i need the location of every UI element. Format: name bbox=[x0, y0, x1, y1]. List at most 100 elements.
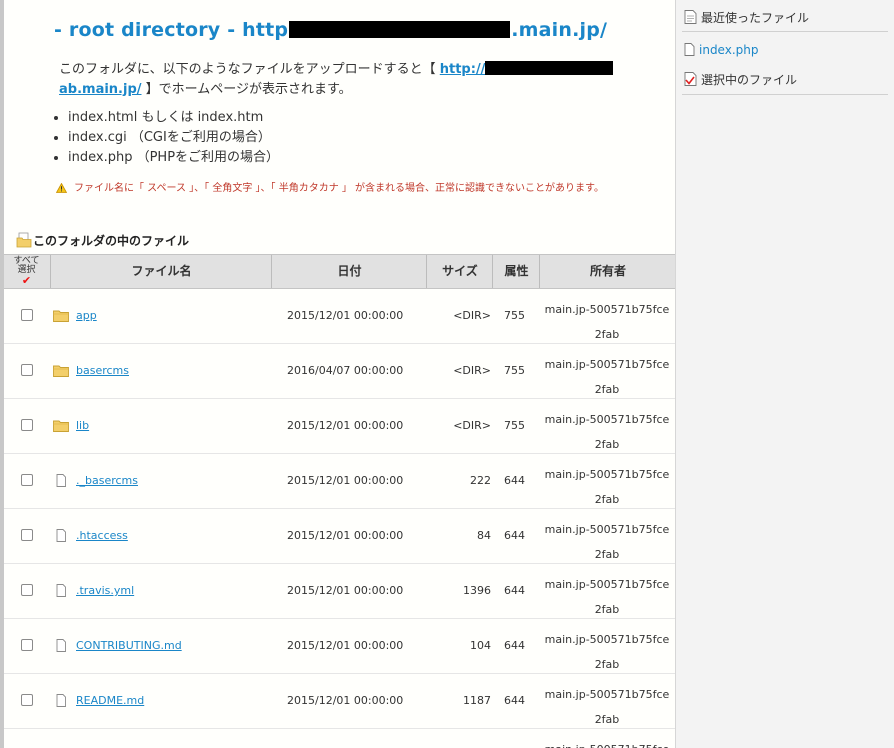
select-all-toggle[interactable]: すべて選択 ✔ bbox=[4, 255, 49, 288]
file-permission: 644 bbox=[504, 529, 525, 542]
file-table-header: すべて選択 ✔ ファイル名 日付 サイズ 属性 所有者 bbox=[4, 254, 675, 289]
list-item: index.php （PHPをご利用の場合） bbox=[68, 148, 279, 168]
list-item: index.html もしくは index.htm bbox=[68, 108, 279, 128]
file-size: <DIR> bbox=[453, 364, 491, 377]
selected-files-heading: 選択中のファイル bbox=[684, 70, 797, 90]
list-item: index.cgi （CGIをご利用の場合） bbox=[68, 128, 279, 148]
row-checkbox[interactable] bbox=[21, 419, 33, 431]
homepage-link-suffix[interactable]: ab.main.jp/ bbox=[59, 82, 142, 97]
file-name-link[interactable]: .htaccess bbox=[76, 529, 128, 542]
file-owner: main.jp-500571b75fce 2fab bbox=[544, 688, 670, 726]
file-permission: 644 bbox=[504, 584, 525, 597]
table-row: app 2015/12/01 00:00:00 <DIR> 755 main.jp-50… bbox=[4, 289, 675, 344]
file-date: 2015/12/01 00:00:00 bbox=[287, 694, 404, 707]
redacted-domain bbox=[289, 21, 511, 38]
file-date: 2015/12/01 00:00:00 bbox=[287, 474, 404, 487]
document-icon bbox=[684, 10, 697, 24]
intro-text: このフォルダに、以下のようなファイルをアップロードすると【 http:// ab.… bbox=[59, 60, 639, 100]
recent-files-heading: 最近使ったファイル bbox=[684, 8, 809, 28]
row-checkbox[interactable] bbox=[21, 639, 33, 651]
sidebar-divider bbox=[682, 31, 888, 32]
file-icon bbox=[684, 43, 695, 56]
file-icon bbox=[56, 639, 66, 652]
file-icon bbox=[56, 694, 66, 707]
row-checkbox[interactable] bbox=[21, 584, 33, 596]
row-checkbox[interactable] bbox=[21, 694, 33, 706]
file-name-link[interactable]: lib bbox=[76, 419, 89, 432]
file-permission: 644 bbox=[504, 474, 525, 487]
recent-file-item[interactable]: index.php bbox=[684, 40, 758, 60]
file-date: 2015/12/01 00:00:00 bbox=[287, 309, 404, 322]
file-date: 2015/12/01 00:00:00 bbox=[287, 584, 404, 597]
file-size: <DIR> bbox=[453, 309, 491, 322]
file-owner: main.jp-500571b75fce 2fab bbox=[544, 358, 670, 396]
filename-warning: ファイル名に「 スペース 」、「 全角文字 」、「 半角カタカナ 」 が含まれる… bbox=[56, 182, 616, 196]
folder-icon bbox=[53, 420, 69, 432]
table-row: .travis.yml 2015/12/01 00:00:00 1396 644 mai… bbox=[4, 564, 675, 619]
row-checkbox[interactable] bbox=[21, 474, 33, 486]
row-checkbox[interactable] bbox=[21, 529, 33, 541]
file-permission: 644 bbox=[504, 694, 525, 707]
file-date: 2015/12/01 00:00:00 bbox=[287, 639, 404, 652]
file-permission: 755 bbox=[504, 419, 525, 432]
file-owner: main.jp-500571b75fce 2fab bbox=[544, 303, 670, 341]
file-size: 104 bbox=[470, 639, 491, 652]
file-size: 222 bbox=[470, 474, 491, 487]
header-size[interactable]: サイズ bbox=[426, 255, 493, 288]
checkmark-icon: ✔ bbox=[21, 274, 32, 287]
header-filename[interactable]: ファイル名 bbox=[50, 255, 272, 288]
table-row: README.md 2015/12/01 00:00:00 1187 644 main.… bbox=[4, 674, 675, 729]
file-date: 2016/04/07 00:00:00 bbox=[287, 364, 404, 377]
file-permission: 644 bbox=[504, 639, 525, 652]
folder-icon bbox=[53, 365, 69, 377]
file-size: 1396 bbox=[463, 584, 491, 597]
file-owner: main.jp-500571b75fce 2fab bbox=[544, 468, 670, 506]
selected-document-icon bbox=[684, 72, 697, 86]
warning-text: ファイル名に「 スペース 」、「 全角文字 」、「 半角カタカナ 」 が含まれる… bbox=[74, 183, 605, 194]
header-owner[interactable]: 所有者 bbox=[539, 255, 675, 288]
file-icon bbox=[56, 584, 66, 597]
file-permission: 755 bbox=[504, 364, 525, 377]
file-icon bbox=[56, 474, 66, 487]
file-icon bbox=[56, 529, 66, 542]
folder-file-icon bbox=[16, 232, 32, 248]
main-panel: - root directory - http .main.jp/ このフォルダに… bbox=[4, 0, 675, 748]
file-size: <DIR> bbox=[453, 419, 491, 432]
warning-icon bbox=[56, 183, 67, 193]
files-section-title: このフォルダの中のファイル bbox=[16, 232, 189, 250]
file-size: 84 bbox=[477, 529, 491, 542]
file-permission: 755 bbox=[504, 309, 525, 322]
redacted-link-part bbox=[485, 61, 614, 75]
file-size: 1187 bbox=[463, 694, 491, 707]
table-row: CONTRIBUTING.md 2015/12/01 00:00:00 104 644… bbox=[4, 619, 675, 674]
file-date: 2015/12/01 00:00:00 bbox=[287, 419, 404, 432]
index-file-list: index.html もしくは index.htm index.cgi （CGI… bbox=[48, 108, 279, 168]
intro-text-2: 】でホームページが表示されます。 bbox=[141, 82, 352, 97]
row-checkbox[interactable] bbox=[21, 309, 33, 321]
file-name-link[interactable]: .travis.yml bbox=[76, 584, 134, 597]
sidebar-divider bbox=[682, 94, 888, 95]
file-name-link[interactable]: README.md bbox=[76, 694, 144, 707]
file-owner: main.jp-500571b75fce 2fab bbox=[544, 413, 670, 451]
header-perm[interactable]: 属性 bbox=[492, 255, 540, 288]
page-title: - root directory - http .main.jp/ bbox=[54, 19, 607, 45]
file-name-link[interactable]: CONTRIBUTING.md bbox=[76, 639, 182, 652]
file-owner: main.jp-500571b75fce bbox=[542, 737, 672, 748]
folder-icon bbox=[53, 310, 69, 322]
file-name-link[interactable]: app bbox=[76, 309, 97, 322]
title-prefix: - root directory - http bbox=[54, 19, 289, 41]
file-name-link[interactable]: basercms bbox=[76, 364, 129, 377]
table-row: basercms 2016/04/07 00:00:00 <DIR> 755 main.… bbox=[4, 344, 675, 399]
table-row: main.jp-500571b75fce bbox=[4, 729, 675, 748]
row-checkbox[interactable] bbox=[21, 364, 33, 376]
file-owner: main.jp-500571b75fce 2fab bbox=[544, 633, 670, 671]
table-row: .htaccess 2015/12/01 00:00:00 84 644 main.jp… bbox=[4, 509, 675, 564]
table-row: lib 2015/12/01 00:00:00 <DIR> 755 main.jp-50… bbox=[4, 399, 675, 454]
homepage-link[interactable]: http:// bbox=[440, 62, 486, 77]
file-name-link[interactable]: ._basercms bbox=[76, 474, 138, 487]
title-suffix: .main.jp/ bbox=[511, 19, 608, 41]
table-row: ._basercms 2015/12/01 00:00:00 222 644 main.… bbox=[4, 454, 675, 509]
sidebar: 最近使ったファイル index.php 選択中のファイル bbox=[675, 0, 894, 748]
header-date[interactable]: 日付 bbox=[271, 255, 427, 288]
file-owner: main.jp-500571b75fce 2fab bbox=[544, 578, 670, 616]
